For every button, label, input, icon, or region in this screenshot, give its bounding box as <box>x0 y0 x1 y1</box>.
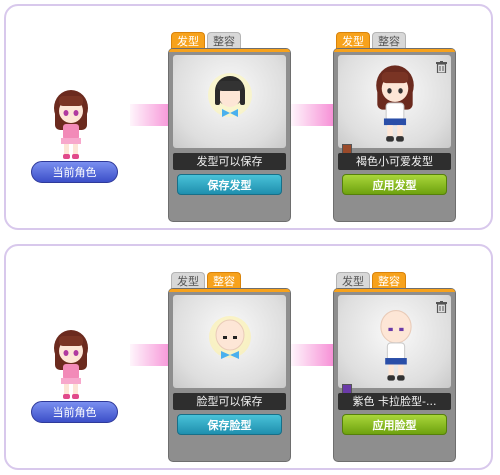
hair-preview <box>173 55 286 148</box>
hair-status-text: 发型可以保存 <box>173 153 286 170</box>
card-body: 紫色 卡拉脸型-... 应用脸型 <box>333 288 456 462</box>
character-preview-avatar <box>376 65 414 142</box>
tab-face[interactable]: 整容 <box>372 272 406 289</box>
face-status-text: 脸型可以保存 <box>173 393 286 410</box>
face-preview <box>173 295 286 388</box>
tab-hair[interactable]: 发型 <box>171 272 205 289</box>
card-body: 脸型可以保存 保存脸型 <box>168 288 291 462</box>
current-role-button[interactable]: 当前角色 <box>31 161 118 183</box>
card-body: 发型可以保存 保存发型 <box>168 48 291 222</box>
trash-icon[interactable] <box>436 301 447 313</box>
face-model-icon <box>209 316 251 359</box>
tab-face[interactable]: 整容 <box>207 272 241 289</box>
apply-hair-button[interactable]: 应用发型 <box>342 174 447 195</box>
face-item-name: 紫色 卡拉脸型-... <box>338 393 451 410</box>
current-role-button[interactable]: 当前角色 <box>31 401 118 423</box>
save-hair-button[interactable]: 保存发型 <box>177 174 282 195</box>
face-save-card: 发型 整容 脸型可以保存 保存脸型 <box>168 272 291 462</box>
trash-icon[interactable] <box>436 61 447 73</box>
face-apply-card: 发型 整容 紫色 卡拉脸型-... 应用脸型 <box>333 272 456 462</box>
tab-face[interactable]: 整容 <box>207 32 241 49</box>
card-body: 褐色小可爱发型 应用发型 <box>333 48 456 222</box>
tab-hair[interactable]: 发型 <box>336 272 370 289</box>
face-preview <box>338 295 451 394</box>
character-preview-avatar <box>380 310 412 381</box>
face-style-panel: 当前角色 发型 整容 脸型可以保存 保存脸型 发型 整容 紫色 卡拉脸型-...… <box>4 244 493 470</box>
hair-style-panel: 当前角色 发型 整容 发型可以保存 保存发型 发型 整容 褐色小可爱发型 应用发… <box>4 4 493 230</box>
hair-save-card: 发型 整容 发型可以保存 保存发型 <box>168 32 291 222</box>
tab-face[interactable]: 整容 <box>372 32 406 49</box>
current-character-avatar <box>54 330 88 399</box>
hair-item-name: 褐色小可爱发型 <box>338 153 451 170</box>
hair-preview <box>338 55 451 154</box>
hair-model-icon <box>208 73 252 117</box>
tab-hair[interactable]: 发型 <box>171 32 205 49</box>
tab-hair[interactable]: 发型 <box>336 32 370 49</box>
current-character-avatar <box>54 90 88 159</box>
apply-face-button[interactable]: 应用脸型 <box>342 414 447 435</box>
save-face-button[interactable]: 保存脸型 <box>177 414 282 435</box>
hair-apply-card: 发型 整容 褐色小可爱发型 应用发型 <box>333 32 456 222</box>
